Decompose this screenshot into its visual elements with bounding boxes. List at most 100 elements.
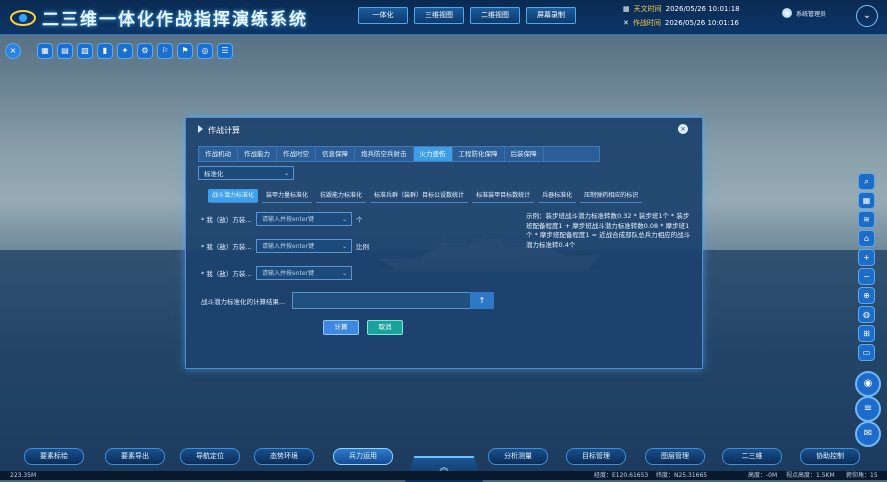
field-input-3[interactable]: 请输入并按enter键 ⌄ <box>256 266 352 280</box>
subtab-armor-force[interactable]: 装甲力量标准化 <box>262 189 313 203</box>
form-row-3: * 我（敌）方装... 请输入并按enter键 ⌄ <box>201 265 356 281</box>
subtab-ammunition[interactable]: 压制弹药相应的标识 <box>580 189 643 203</box>
tab-maneuver[interactable]: 作战机动 <box>199 147 238 161</box>
field-label: * 我（敌）方装... <box>201 270 252 278</box>
standardization-select[interactable]: 标准化 ⌄ <box>198 166 294 180</box>
field-suffix: 比例 <box>356 243 369 251</box>
subtab-armor-target[interactable]: 标准装甲目标数统计 <box>472 189 535 203</box>
app-logo-icon <box>10 10 36 26</box>
altitude-readout: 高度：-0M <box>748 472 778 479</box>
message-icon[interactable]: ✉ <box>855 421 881 447</box>
force-use-button[interactable]: 兵力运用 <box>333 448 393 465</box>
toolbar-tool-8-icon[interactable]: ⚑ <box>177 43 193 59</box>
zoom-out-icon[interactable]: − <box>858 268 875 285</box>
header-chevron-icon[interactable]: ⌄ <box>856 5 878 27</box>
top-toolbar: × ▦ ▤ ▧ ▮ ✦ ⚙ ⚐ ⚑ ◎ ☰ <box>5 43 233 59</box>
title-arrow-icon <box>198 125 203 133</box>
combat-calculation-dialog: 作战计算 × 作战机动 作战能力 作战时空 信息保障 炮兵防空兵射击 火力毁伤 … <box>185 117 703 369</box>
toolbar-tool-9-icon[interactable]: ◎ <box>197 43 213 59</box>
pitch-readout: 俯仰角：15 <box>846 472 878 479</box>
form-row-2: * 我（敌）方装... 请输入并按enter键 ⌄ 比例 <box>201 238 369 254</box>
toolbar-tool-2-icon[interactable]: ▤ <box>57 43 73 59</box>
latitude-readout: 纬度：N25.31665 <box>656 472 708 479</box>
2d3d-button[interactable]: 二三维 <box>722 448 782 465</box>
layer-manage-button[interactable]: 图层管理 <box>645 448 705 465</box>
sub-tabs: 战斗潜力标准化 装甲力量标准化 抗毁能力标准化 标准兵群（装群）目标公设数统计 … <box>208 189 643 203</box>
status-bar: 223.35M 经度：E120.61653 纬度：N25.31665 高度：-0… <box>0 471 887 480</box>
chevron-down-icon: ⌄ <box>341 270 347 277</box>
upload-icon[interactable]: ↑ <box>470 292 494 309</box>
analysis-button[interactable]: 分析测量 <box>488 448 548 465</box>
globe-icon[interactable]: ⊕ <box>858 287 875 304</box>
export-elements-button[interactable]: 要素导出 <box>105 448 165 465</box>
example-text: 示例：装步班战斗潜力标准转数0.32 * 装步班1个 * 装步班配备程度1 + … <box>526 212 691 249</box>
cancel-button[interactable]: 取消 <box>367 320 403 335</box>
toolbar-tool-4-icon[interactable]: ▮ <box>97 43 113 59</box>
tab-info-support[interactable]: 信息保障 <box>316 147 355 161</box>
user-menu[interactable]: 系统管理员 <box>782 8 826 18</box>
field-suffix: 个 <box>356 216 363 224</box>
field-input-1[interactable]: 请输入并按enter键 ⌄ <box>256 212 352 226</box>
field-label: * 我（敌）方装... <box>201 243 252 251</box>
calendar-icon: ▦ <box>623 5 630 13</box>
avatar <box>782 8 792 18</box>
map-icon[interactable]: ⊞ <box>858 325 875 342</box>
toolbar-close-icon[interactable]: × <box>5 43 21 59</box>
nav-3d-view-button[interactable]: 三维视图 <box>414 7 464 24</box>
tab-spacetime[interactable]: 作战时空 <box>277 147 316 161</box>
toolbar-tool-7-icon[interactable]: ⚐ <box>157 43 173 59</box>
chevron-down-icon: ⌄ <box>283 170 289 177</box>
tab-engineering[interactable]: 工程防化保障 <box>453 147 505 161</box>
tab-artillery-fire[interactable]: 炮兵防空兵射击 <box>355 147 414 161</box>
field-placeholder: 请输入并按enter键 <box>262 243 315 250</box>
calculate-button[interactable]: 计算 <box>323 320 359 335</box>
user-name: 系统管理员 <box>796 10 827 18</box>
field-label: * 我（敌）方装... <box>201 216 252 224</box>
result-input[interactable] <box>292 292 472 309</box>
toolbar-tool-10-icon[interactable]: ☰ <box>217 43 233 59</box>
chevron-down-icon: ⌄ <box>341 216 347 223</box>
toolbar-tool-6-icon[interactable]: ⚙ <box>137 43 153 59</box>
app-title: 二三维一体化作战指挥演练系统 <box>42 10 308 30</box>
time-panel: ▦ 天文时间 2026/05/26 10:01:18 ✕ 作战时间 2026/0… <box>623 2 773 32</box>
combat-time-label: 作战时间 <box>632 19 661 27</box>
dialog-close-icon[interactable]: × <box>678 124 688 134</box>
situation-button[interactable]: 态势环境 <box>254 448 314 465</box>
screen-record-button[interactable]: 屏幕录制 <box>526 7 576 24</box>
top-header: 二三维一体化作战指挥演练系统 一体化 三维视图 二维视图 屏幕录制 ▦ 天文时间… <box>0 0 887 35</box>
navigation-button[interactable]: 导航定位 <box>180 448 240 465</box>
dialog-title: 作战计算 <box>208 126 240 135</box>
subtab-weapon[interactable]: 兵器标准化 <box>538 189 577 203</box>
category-tabs: 作战机动 作战能力 作战时空 信息保障 炮兵防空兵射击 火力毁伤 工程防化保障 … <box>198 146 600 162</box>
grid-icon[interactable]: ▦ <box>858 192 875 209</box>
nav-integrated-button[interactable]: 一体化 <box>358 7 408 24</box>
plot-elements-button[interactable]: 要素标绘 <box>24 448 84 465</box>
field-input-2[interactable]: 请输入并按enter键 ⌄ <box>256 239 352 253</box>
toolbar-tool-5-icon[interactable]: ✦ <box>117 43 133 59</box>
view-altitude-readout: 视点高度：1.5KM <box>786 472 835 479</box>
nav-2d-view-button[interactable]: 二维视图 <box>470 7 520 24</box>
astro-time-label: 天文时间 <box>633 5 662 13</box>
layers-icon[interactable]: ≋ <box>858 211 875 228</box>
subtab-target-count[interactable]: 标准兵群（装群）目标公设数统计 <box>370 189 469 203</box>
menu-icon[interactable]: ≡ <box>855 396 881 422</box>
subtab-anti-damage[interactable]: 抗毁能力标准化 <box>316 189 367 203</box>
zoom-in-icon[interactable]: + <box>858 249 875 266</box>
longitude-readout: 经度：E120.61653 <box>594 472 649 479</box>
toolbar-tool-3-icon[interactable]: ▧ <box>77 43 93 59</box>
search-icon[interactable]: ⌕ <box>858 173 875 190</box>
tab-fire-damage[interactable]: 火力毁伤 <box>413 147 453 161</box>
target-icon[interactable]: ◍ <box>858 306 875 323</box>
target-manage-button[interactable]: 目标管理 <box>566 448 626 465</box>
subtab-combat-potential[interactable]: 战斗潜力标准化 <box>208 189 259 203</box>
screen-icon[interactable]: ▭ <box>858 344 875 361</box>
tab-logistics[interactable]: 后装保障 <box>505 147 544 161</box>
scale-readout: 223.35M <box>10 472 37 479</box>
home-icon[interactable]: ⌂ <box>858 230 875 247</box>
record-icon[interactable]: ◉ <box>855 371 881 397</box>
field-placeholder: 请输入并按enter键 <box>262 216 315 223</box>
assist-control-button[interactable]: 协助控制 <box>800 448 860 465</box>
toolbar-tool-1-icon[interactable]: ▦ <box>37 43 53 59</box>
select-value: 标准化 <box>204 170 224 178</box>
tab-capability[interactable]: 作战能力 <box>238 147 277 161</box>
